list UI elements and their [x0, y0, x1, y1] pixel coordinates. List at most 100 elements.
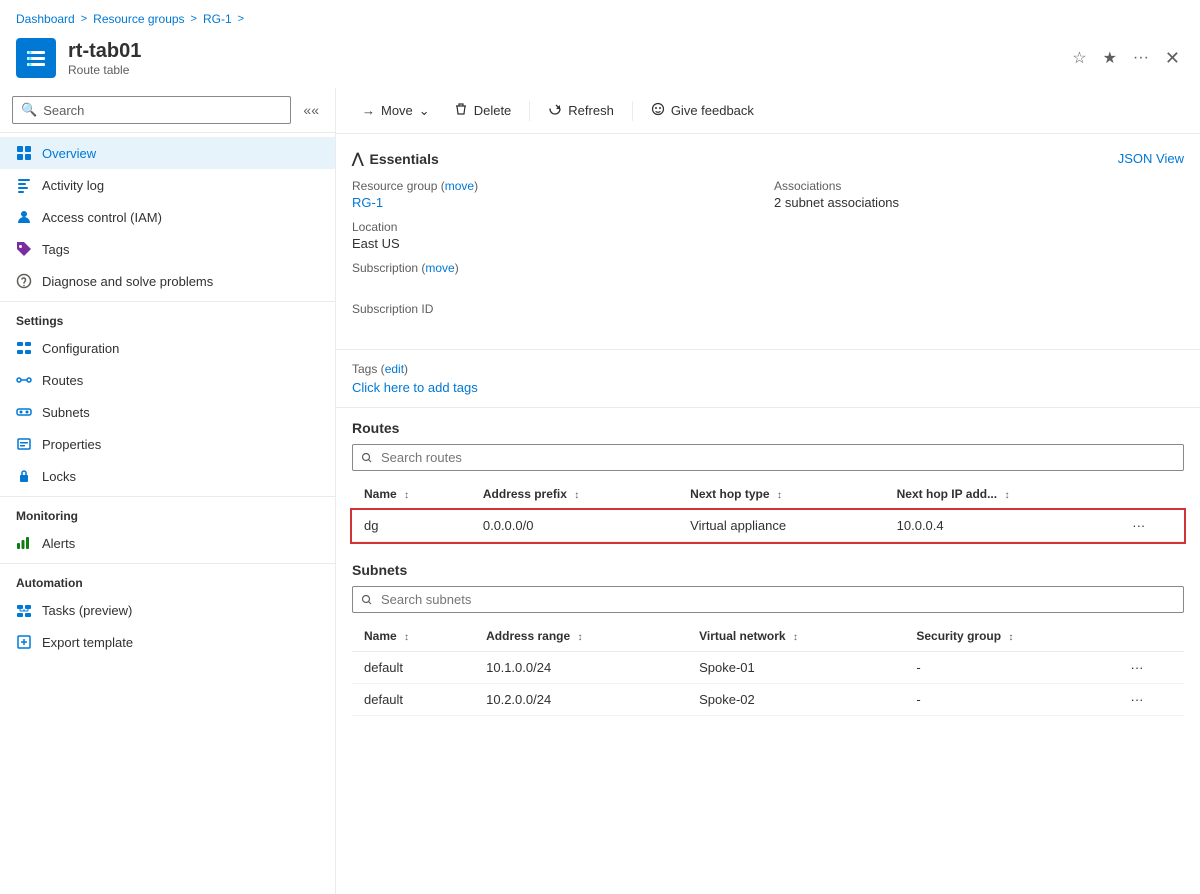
resource-icon	[16, 38, 56, 78]
sidebar-item-subnets[interactable]: Subnets	[0, 396, 335, 428]
sidebar-item-tags[interactable]: Tags	[0, 233, 335, 265]
share-button[interactable]: ★	[1099, 44, 1121, 72]
delete-icon	[454, 102, 468, 119]
automation-section-label: Automation	[0, 563, 335, 594]
sidebar-item-label-export: Export template	[42, 635, 133, 650]
sidebar-item-label-properties: Properties	[42, 437, 101, 452]
favorite-button[interactable]: ☆	[1068, 44, 1090, 72]
sidebar-item-label-locks: Locks	[42, 469, 76, 484]
subnet-security-cell: -	[904, 684, 1118, 716]
subnets-table: Name ↕ Address range ↕ Virtual network ↕	[352, 621, 1184, 716]
refresh-icon	[548, 102, 562, 119]
delete-button[interactable]: Delete	[444, 96, 522, 125]
breadcrumb: Dashboard > Resource groups > RG-1 >	[0, 0, 1200, 34]
search-input[interactable]: 🔍 Search	[12, 96, 291, 124]
subscription-move-link[interactable]: move	[425, 261, 454, 275]
toolbar: → Move ⌄ Delete Refresh	[336, 88, 1200, 134]
sidebar-item-locks[interactable]: Locks	[0, 460, 335, 492]
refresh-button[interactable]: Refresh	[538, 96, 624, 125]
subnet-vnet-cell: Spoke-02	[687, 684, 904, 716]
feedback-button[interactable]: Give feedback	[641, 96, 764, 125]
routes-search-row	[352, 444, 1184, 471]
sidebar-item-label-activity-log: Activity log	[42, 178, 104, 193]
essentials-section: ⋀ Essentials JSON View Resource group (m…	[336, 134, 1200, 350]
resource-title: rt-tab01	[68, 40, 1056, 63]
move-chevron-icon: ⌄	[419, 103, 430, 119]
table-row[interactable]: default 10.2.0.0/24 Spoke-02 - ···	[352, 684, 1184, 716]
subnets-search-input[interactable]	[352, 586, 1184, 613]
tasks-icon	[16, 602, 32, 618]
essentials-col-right: Associations 2 subnet associations	[774, 179, 1184, 333]
subnet-actions-cell[interactable]: ···	[1119, 652, 1185, 684]
subnet-actions-cell[interactable]: ···	[1119, 684, 1185, 716]
essentials-location: Location East US	[352, 220, 762, 251]
more-button[interactable]: ···	[1129, 45, 1153, 71]
sidebar-item-label-alerts: Alerts	[42, 536, 75, 551]
routes-col-hop-ip: Next hop IP add... ↕	[885, 479, 1121, 510]
alerts-icon	[16, 535, 32, 551]
subnet-row-actions-icon[interactable]: ···	[1131, 692, 1144, 707]
routes-section-title: Routes	[352, 420, 1184, 436]
resource-group-move-link[interactable]: move	[445, 179, 474, 193]
subnets-icon	[16, 404, 32, 420]
sidebar-item-label-tags: Tags	[42, 242, 69, 257]
tags-add-link[interactable]: Click here to add tags	[352, 380, 478, 395]
essentials-title: ⋀ Essentials	[352, 150, 439, 167]
breadcrumb-dashboard[interactable]: Dashboard	[16, 12, 75, 26]
sidebar-item-tasks[interactable]: Tasks (preview)	[0, 594, 335, 626]
subnet-security-cell: -	[904, 652, 1118, 684]
tags-icon	[16, 241, 32, 257]
subnet-row-actions-icon[interactable]: ···	[1131, 660, 1144, 675]
routes-table-header-row: Name ↕ Address prefix ↕ Next hop type ↕	[352, 479, 1184, 510]
essentials-subscription: Subscription (move)	[352, 261, 762, 292]
subnet-vnet-cell: Spoke-01	[687, 652, 904, 684]
sidebar-item-activity-log[interactable]: Activity log	[0, 169, 335, 201]
move-button[interactable]: → Move ⌄	[352, 97, 440, 125]
sidebar-item-label-access-control: Access control (IAM)	[42, 210, 162, 225]
essentials-resource-group: Resource group (move) RG-1	[352, 179, 762, 210]
sidebar-item-access-control[interactable]: Access control (IAM)	[0, 201, 335, 233]
routes-search-input[interactable]	[352, 444, 1184, 471]
overview-icon	[16, 145, 32, 161]
table-row[interactable]: dg 0.0.0.0/0 Virtual appliance 10.0.0.4 …	[352, 510, 1184, 542]
close-button[interactable]: ✕	[1161, 44, 1184, 73]
route-hop-ip-cell: 10.0.0.4	[885, 510, 1121, 542]
sidebar-item-configuration[interactable]: Configuration	[0, 332, 335, 364]
routes-address-sort-icon[interactable]: ↕	[574, 490, 579, 501]
sidebar-item-export[interactable]: Export template	[0, 626, 335, 658]
subnets-col-range: Address range ↕	[474, 621, 687, 652]
sidebar-item-overview[interactable]: Overview	[0, 137, 335, 169]
tags-edit-link[interactable]: edit	[385, 362, 404, 376]
sidebar-item-properties[interactable]: Properties	[0, 428, 335, 460]
collapse-sidebar-button[interactable]: ««	[299, 98, 323, 122]
breadcrumb-resource-groups[interactable]: Resource groups	[93, 12, 184, 26]
essentials-grid: Resource group (move) RG-1 Location East…	[352, 179, 1184, 333]
search-box: 🔍 Search ««	[0, 88, 335, 133]
subnets-vnet-sort-icon[interactable]: ↕	[793, 632, 798, 643]
toolbar-separator-2	[632, 101, 633, 121]
route-address-cell: 0.0.0.0/0	[471, 510, 678, 542]
subnets-name-sort-icon[interactable]: ↕	[404, 632, 409, 643]
resource-group-value[interactable]: RG-1	[352, 195, 762, 210]
chevron-up-icon: ⋀	[352, 150, 363, 167]
breadcrumb-rg1[interactable]: RG-1	[203, 12, 232, 26]
routes-hop-ip-sort-icon[interactable]: ↕	[1004, 490, 1009, 501]
search-placeholder: Search	[43, 103, 84, 118]
sidebar-item-diagnose[interactable]: Diagnose and solve problems	[0, 265, 335, 297]
sidebar-item-label-routes: Routes	[42, 373, 83, 388]
sidebar-item-alerts[interactable]: Alerts	[0, 527, 335, 559]
main-layout: 🔍 Search «« Overview	[0, 88, 1200, 894]
route-hop-type-cell: Virtual appliance	[678, 510, 884, 542]
subnets-security-sort-icon[interactable]: ↕	[1008, 632, 1013, 643]
sidebar-item-routes[interactable]: Routes	[0, 364, 335, 396]
routes-hop-type-sort-icon[interactable]: ↕	[777, 490, 782, 501]
subnets-col-vnet: Virtual network ↕	[687, 621, 904, 652]
route-actions-cell[interactable]: ···	[1120, 510, 1184, 542]
subnets-range-sort-icon[interactable]: ↕	[578, 632, 583, 643]
routes-name-sort-icon[interactable]: ↕	[404, 490, 409, 501]
diagnose-icon	[16, 273, 32, 289]
routes-section: Routes Name ↕ Address prefix	[336, 408, 1200, 542]
route-row-actions-icon[interactable]: ···	[1132, 518, 1145, 533]
table-row[interactable]: default 10.1.0.0/24 Spoke-01 - ···	[352, 652, 1184, 684]
json-view-link[interactable]: JSON View	[1118, 151, 1184, 166]
